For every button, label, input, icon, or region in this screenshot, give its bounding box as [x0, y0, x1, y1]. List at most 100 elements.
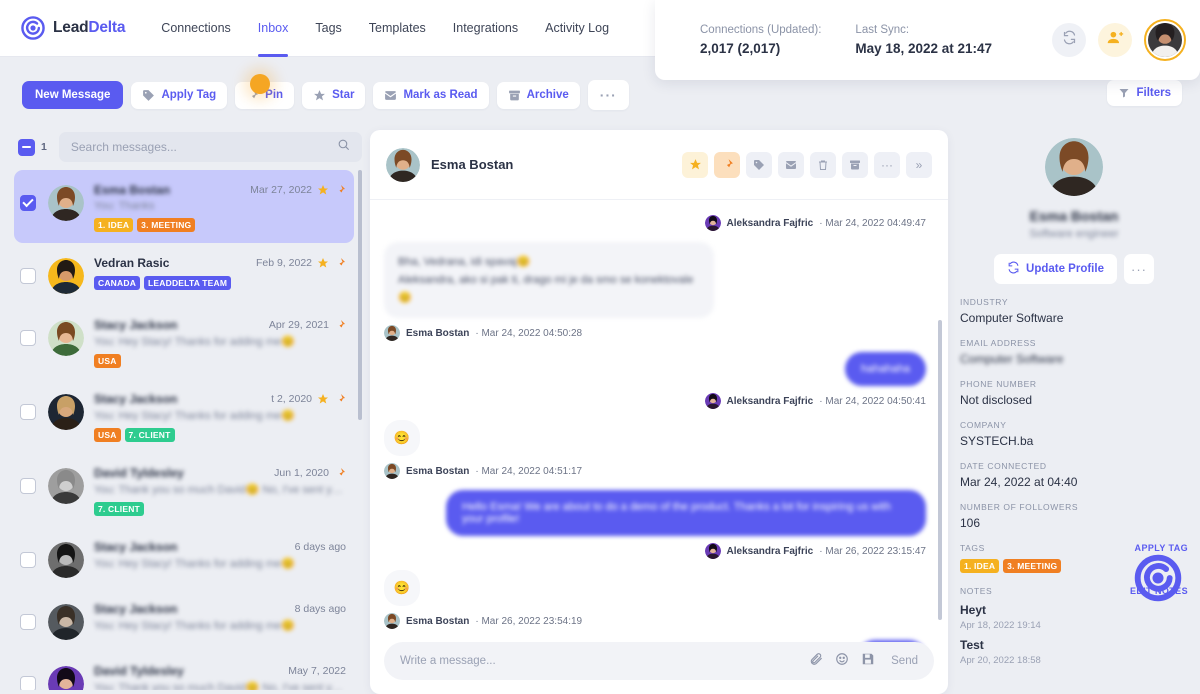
conversation-list-item[interactable]: David Tyldesley May 7, 2022 You: Thank you… [14, 651, 354, 690]
thread-archive-button[interactable] [842, 151, 868, 178]
list-scrollbar[interactable] [358, 170, 362, 420]
chevron-double-right-icon: » [915, 157, 923, 172]
nav-item-templates[interactable]: Templates [369, 0, 426, 57]
message-time: · Mar 24, 2022 04:50:41 [819, 395, 926, 407]
profile-field: NUMBER OF FOLLOWERS 106 [960, 502, 1188, 530]
profile-field: PHONE NUMBER Not disclosed [960, 379, 1188, 407]
nav-item-activity-log[interactable]: Activity Log [545, 0, 609, 57]
conversation-snippet: You: Thank you so much David😊 No, I've s… [94, 682, 346, 690]
search-input[interactable] [70, 140, 337, 154]
thread-more-button[interactable]: ··· [874, 151, 900, 178]
archive-button[interactable]: Archive [496, 81, 580, 109]
connections-value: 2,017 (2,017) [700, 41, 781, 56]
tag-chip[interactable]: 7. CLIENT [124, 428, 175, 442]
tag-chip[interactable]: 3. MEETING [137, 218, 196, 232]
tag-chip[interactable]: LEADDELTA TEAM [144, 276, 232, 290]
message-timestamp: Esma Bostan · Mar 26, 2022 23:54:19 [384, 608, 926, 638]
conversation-list-item[interactable]: Vedran Rasic Feb 9, 2022 CANADA LEADDELTA T… [14, 243, 354, 305]
paperclip-icon[interactable] [809, 652, 823, 671]
thread-collapse-button[interactable]: » [906, 151, 932, 178]
mark-as-read-label: Mark as Read [403, 89, 478, 101]
smiley-icon[interactable] [835, 652, 849, 671]
conversation-list-item[interactable]: Stacy Jackson 8 days ago You: Hey Stacy! T… [14, 589, 354, 651]
thread-delete-button[interactable] [810, 151, 836, 178]
profile-field-value: Mar 24, 2022 at 04:40 [960, 475, 1078, 489]
nav-item-connections[interactable]: Connections [161, 0, 231, 57]
profile-buttons: Update Profile ··· [960, 254, 1188, 284]
tag-chip[interactable]: CANADA [94, 276, 141, 290]
nav-item-inbox[interactable]: Inbox [257, 0, 288, 57]
conversation-list-item[interactable]: David Tyldesley Jun 1, 2020 You: Thank you… [14, 453, 354, 527]
user-avatar[interactable] [1144, 19, 1186, 61]
main-nav: Connections Inbox Tags Templates Integra… [161, 0, 636, 57]
save-icon[interactable] [861, 652, 875, 671]
send-button[interactable]: Send [891, 655, 918, 667]
conversation-checkbox[interactable] [20, 676, 36, 690]
conversation-checkbox[interactable] [20, 552, 36, 568]
conversation-avatar [48, 468, 84, 504]
thread-mark-unread-button[interactable] [778, 151, 804, 178]
tag-chip[interactable]: USA [94, 428, 121, 442]
apply-tag-button[interactable]: Apply Tag [131, 81, 228, 109]
conversation-date: 6 days ago [294, 541, 346, 553]
message-author-avatar [704, 393, 721, 410]
new-message-button[interactable]: New Message [22, 81, 124, 109]
star-icon [318, 394, 328, 404]
message-bubble: hahahaha [845, 352, 926, 387]
tag-chip[interactable]: 1. IDEA [94, 218, 134, 232]
tag-chip[interactable]: 7. CLIENT [94, 502, 144, 516]
select-all-checkbox[interactable] [18, 138, 35, 156]
profile-more-button[interactable]: ··· [1123, 254, 1154, 284]
conversation-checkbox[interactable] [20, 195, 36, 211]
thread-tag-button[interactable] [746, 151, 772, 178]
mark-as-read-button[interactable]: Mark as Read [373, 81, 489, 109]
update-profile-button[interactable]: Update Profile [994, 254, 1117, 284]
conversation-list-item[interactable]: Stacy Jackson Apr 29, 2021 You: Hey Stacy!… [14, 305, 354, 379]
tag-chip[interactable]: 3. MEETING [1003, 559, 1062, 573]
nav-item-integrations[interactable]: Integrations [453, 0, 518, 57]
filters-button[interactable]: Filters [1107, 80, 1182, 106]
update-profile-label: Update Profile [1026, 263, 1104, 275]
profile-field-value: 106 [960, 516, 981, 530]
conversation-checkbox[interactable] [20, 404, 36, 420]
conversation-checkbox[interactable] [20, 268, 36, 284]
star-icon [689, 159, 701, 170]
conversation-list[interactable]: Esma Bostan Mar 27, 2022 You: Thanks 1. IDE… [14, 170, 362, 690]
thread-scrollbar[interactable] [938, 320, 942, 620]
conversation-checkbox[interactable] [20, 478, 36, 494]
message-author: Esma Bostan [406, 465, 470, 477]
conversation-list-panel: 1 Esma Bostan Mar 27, 2022 You: Thanks 1. I… [14, 130, 362, 694]
conversation-meta: Mar 27, 2022 [244, 184, 346, 196]
list-header: 1 [14, 130, 362, 164]
brand-logo[interactable]: LeadDelta [20, 15, 125, 41]
star-icon [318, 185, 328, 195]
profile-fields: INDUSTRY Computer Software EMAIL ADDRESS Co… [960, 297, 1188, 530]
invite-user-button[interactable] [1098, 23, 1132, 57]
search-box[interactable] [58, 132, 362, 162]
thread-pin-button[interactable] [714, 151, 740, 178]
tag-chip[interactable]: USA [94, 354, 121, 368]
conversation-tags: CANADA LEADDELTA TEAM [94, 276, 346, 290]
thread-star-button[interactable] [682, 151, 708, 178]
message-input[interactable] [400, 655, 810, 667]
message-timestamp: Esma Bostan · Mar 24, 2022 04:50:28 [384, 320, 926, 350]
tag-chip[interactable]: 1. IDEA [960, 559, 1000, 573]
star-button[interactable]: Star [302, 81, 366, 109]
conversation-tags: USA 7. CLIENT [94, 428, 346, 442]
note-date: Apr 20, 2022 18:58 [960, 655, 1041, 666]
conversation-list-item[interactable]: Stacy Jackson 6 days ago You: Hey Stacy! T… [14, 527, 354, 589]
conversation-meta: 8 days ago [289, 603, 346, 615]
pin-icon [338, 394, 345, 403]
message-author-avatar [384, 325, 400, 342]
archive-label: Archive [526, 89, 569, 101]
conversation-list-item[interactable]: Esma Bostan Mar 27, 2022 You: Thanks 1. IDE… [14, 170, 354, 243]
conversation-checkbox[interactable] [20, 614, 36, 630]
leaddelta-watermark-icon [1132, 552, 1184, 604]
conversation-name: Esma Bostan [94, 183, 171, 197]
filter-icon [1118, 87, 1130, 99]
sync-button[interactable] [1052, 23, 1086, 57]
conversation-list-item[interactable]: Stacy Jackson t 2, 2020 You: Hey Stacy! Th… [14, 379, 354, 453]
more-actions-button[interactable]: ··· [587, 80, 629, 110]
nav-item-tags[interactable]: Tags [315, 0, 341, 57]
conversation-checkbox[interactable] [20, 330, 36, 346]
